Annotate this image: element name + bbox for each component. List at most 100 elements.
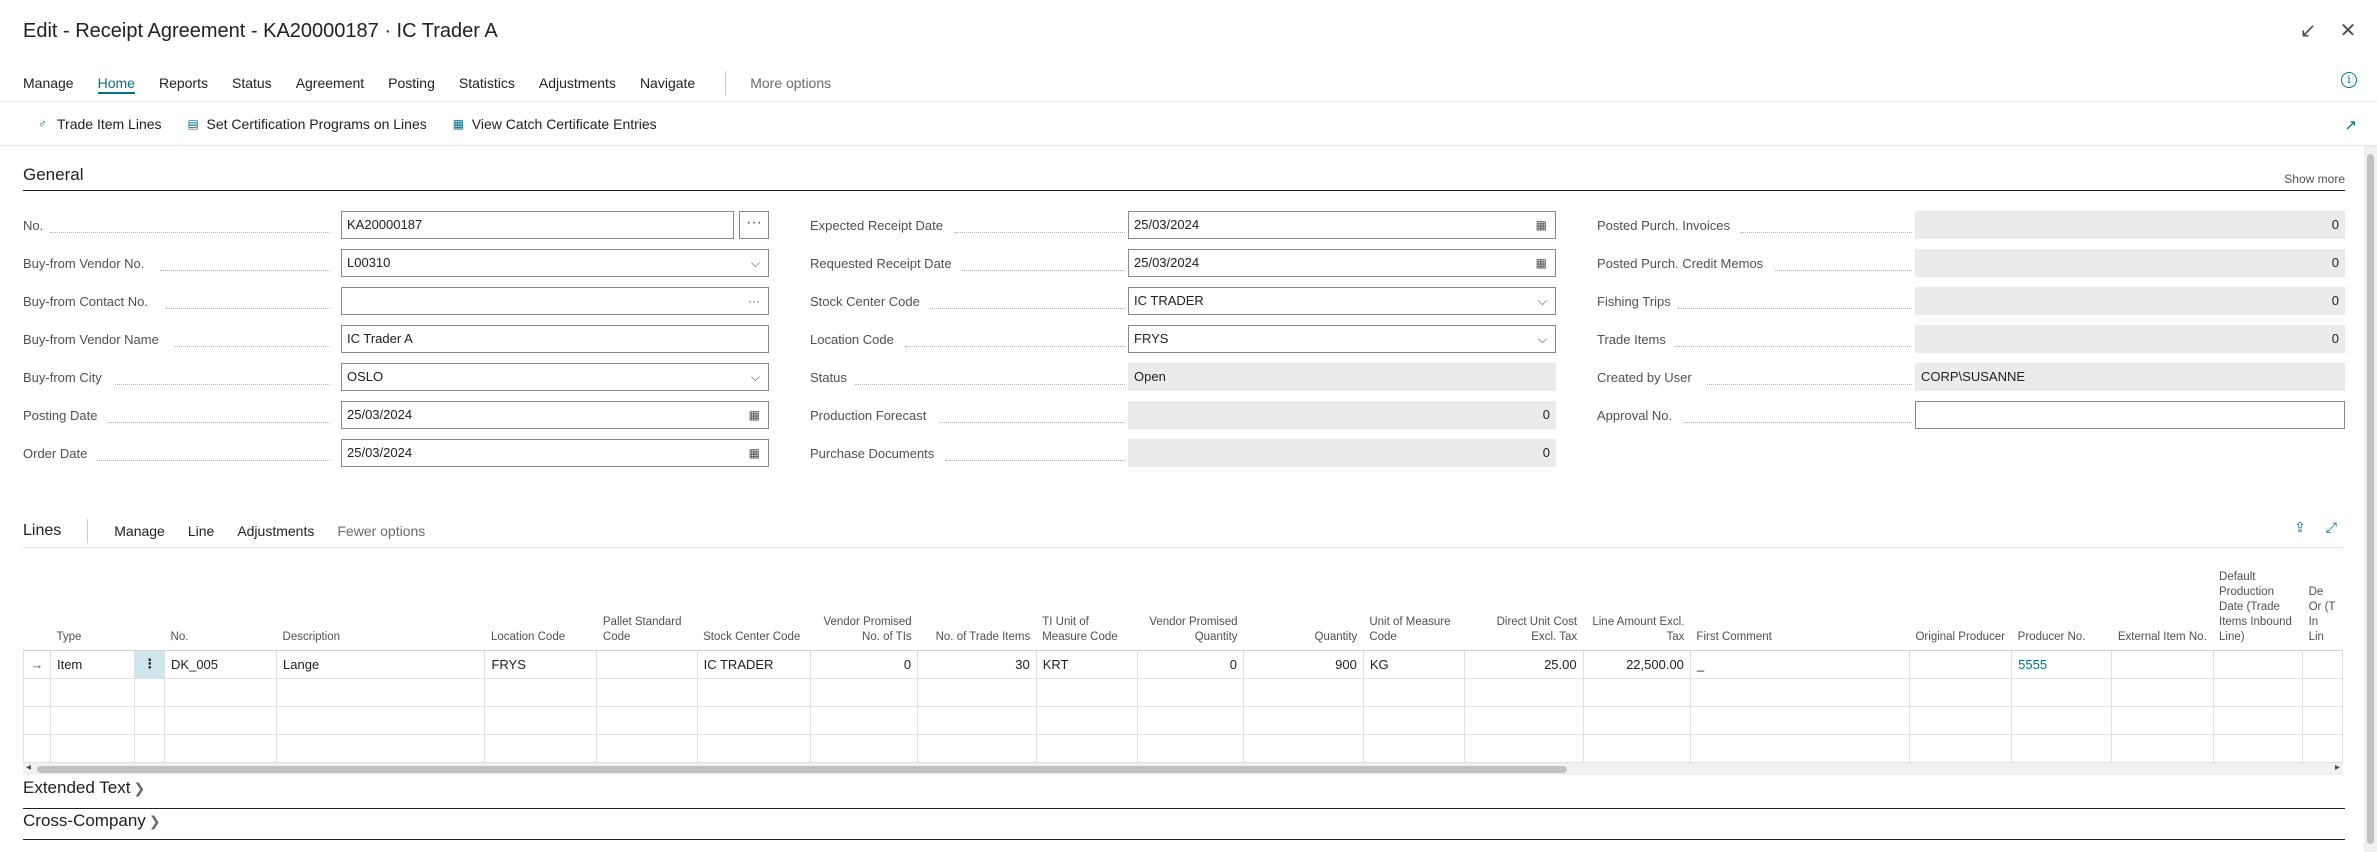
buy-from-vendor-name-field[interactable]: IC Trader A bbox=[341, 325, 769, 353]
empty-cell[interactable] bbox=[1136, 733, 1245, 763]
expand-icon[interactable]: ⤢ bbox=[2326, 519, 2337, 536]
column-header-description[interactable]: Description bbox=[276, 548, 485, 651]
empty-cell[interactable] bbox=[1035, 705, 1138, 735]
empty-cell[interactable] bbox=[2302, 733, 2343, 763]
cell-vendor-tis[interactable]: 0 bbox=[810, 649, 919, 679]
cell-prod-date[interactable] bbox=[2212, 649, 2304, 679]
calendar-icon[interactable]: ▦ bbox=[749, 402, 760, 428]
column-header-pallet[interactable]: Pallet Standard Code bbox=[596, 548, 698, 651]
column-header-quantity[interactable]: Quantity bbox=[1243, 548, 1364, 651]
scroll-right-icon[interactable]: ▸ bbox=[2335, 762, 2340, 773]
empty-cell[interactable] bbox=[2011, 677, 2113, 707]
empty-cell[interactable] bbox=[1908, 733, 2013, 763]
empty-cell[interactable] bbox=[1243, 677, 1364, 707]
empty-cell[interactable] bbox=[1908, 677, 2013, 707]
cell-description[interactable]: Lange bbox=[276, 649, 486, 679]
scrollbar-thumb[interactable] bbox=[2367, 154, 2374, 844]
empty-cell[interactable] bbox=[2212, 733, 2304, 763]
empty-cell[interactable] bbox=[696, 677, 812, 707]
empty-cell[interactable] bbox=[23, 733, 51, 763]
empty-cell[interactable] bbox=[1689, 677, 1910, 707]
empty-cell[interactable] bbox=[484, 705, 598, 735]
empty-cell[interactable] bbox=[484, 677, 598, 707]
empty-cell[interactable] bbox=[1582, 733, 1691, 763]
column-header-prod-date[interactable]: Default Production Date (Trade Items Inb… bbox=[2213, 548, 2303, 651]
close-icon[interactable]: ✕ bbox=[2337, 20, 2359, 42]
empty-table-row[interactable] bbox=[23, 705, 2343, 735]
table-row[interactable]: → Item ⋮ DK_005 Lange FRYS IC TRADER 0 30 KRT 0 900… bbox=[23, 649, 2343, 679]
posted-purch-invoices-field[interactable]: 0 bbox=[1915, 211, 2345, 239]
empty-cell[interactable] bbox=[134, 705, 166, 735]
location-code-field[interactable]: FRYS ⌵ bbox=[1128, 325, 1556, 353]
empty-cell[interactable] bbox=[1582, 705, 1691, 735]
empty-cell[interactable] bbox=[1908, 705, 2013, 735]
cell-ext-item[interactable] bbox=[2111, 649, 2214, 679]
show-more-link[interactable]: Show more bbox=[2284, 172, 2345, 186]
column-header-ti-uom[interactable]: TI Unit of Measure Code bbox=[1036, 548, 1138, 651]
empty-cell[interactable] bbox=[1582, 677, 1691, 707]
lines-horizontal-scrollbar[interactable]: ◂ ▸ bbox=[23, 762, 2343, 775]
cell-type[interactable]: Item bbox=[49, 649, 136, 679]
set-certification-programs-button[interactable]: ▤ Set Certification Programs on Lines bbox=[188, 116, 427, 132]
stock-center-code-field[interactable]: IC TRADER ⌵ bbox=[1128, 287, 1556, 315]
menu-navigate[interactable]: Navigate bbox=[640, 72, 695, 94]
cross-company-fasttab[interactable]: Cross-Company ❯ bbox=[23, 811, 161, 831]
empty-cell[interactable] bbox=[276, 733, 486, 763]
extended-text-fasttab[interactable]: Extended Text ❯ bbox=[23, 778, 145, 798]
empty-cell[interactable] bbox=[1689, 705, 1910, 735]
buy-from-contact-no-field[interactable]: ··· bbox=[341, 287, 769, 315]
empty-cell[interactable] bbox=[49, 733, 136, 763]
production-forecast-field[interactable]: 0 bbox=[1128, 401, 1556, 429]
menu-status[interactable]: Status bbox=[232, 72, 272, 94]
view-catch-certificate-entries-button[interactable]: ▦ View Catch Certificate Entries bbox=[453, 116, 657, 132]
empty-cell[interactable] bbox=[2011, 733, 2113, 763]
fishing-trips-field[interactable]: 0 bbox=[1915, 287, 2345, 315]
expected-receipt-date-field[interactable]: 25/03/2024 ▦ bbox=[1128, 211, 1556, 239]
empty-cell[interactable] bbox=[917, 733, 1037, 763]
empty-cell[interactable] bbox=[2111, 705, 2214, 735]
empty-cell[interactable] bbox=[1689, 733, 1910, 763]
empty-cell[interactable] bbox=[917, 705, 1037, 735]
trade-items-field[interactable]: 0 bbox=[1915, 325, 2345, 353]
menu-posting[interactable]: Posting bbox=[388, 72, 435, 94]
column-header-type[interactable]: Type bbox=[50, 548, 135, 651]
pin-icon[interactable]: ↗ bbox=[2344, 116, 2357, 134]
page-scrollbar[interactable] bbox=[2364, 146, 2377, 852]
empty-cell[interactable] bbox=[484, 733, 598, 763]
buy-from-city-field[interactable]: OSLO ⌵ bbox=[341, 363, 769, 391]
posted-purch-credit-memos-field[interactable]: 0 bbox=[1915, 249, 2345, 277]
empty-cell[interactable] bbox=[596, 677, 698, 707]
empty-cell[interactable] bbox=[1136, 705, 1245, 735]
empty-cell[interactable] bbox=[1463, 705, 1584, 735]
empty-cell[interactable] bbox=[164, 733, 278, 763]
buy-from-vendor-no-field[interactable]: L00310 ⌵ bbox=[341, 249, 769, 277]
menu-home[interactable]: Home bbox=[97, 72, 135, 94]
cell-producer[interactable]: 5555 bbox=[2011, 649, 2113, 679]
empty-table-row[interactable] bbox=[23, 677, 2343, 707]
empty-cell[interactable] bbox=[23, 677, 51, 707]
cell-comment[interactable]: _ bbox=[1689, 649, 1910, 679]
cell-pallet[interactable] bbox=[596, 649, 698, 679]
empty-cell[interactable] bbox=[2302, 677, 2343, 707]
posting-date-field[interactable]: 25/03/2024 ▦ bbox=[341, 401, 769, 429]
column-header-uom[interactable]: Unit of Measure Code bbox=[1363, 548, 1465, 651]
empty-cell[interactable] bbox=[1035, 677, 1138, 707]
column-header-vendor-qty[interactable]: Vendor Promised Quantity bbox=[1137, 548, 1244, 651]
empty-cell[interactable] bbox=[810, 705, 919, 735]
empty-cell[interactable] bbox=[49, 705, 136, 735]
empty-cell[interactable] bbox=[1362, 733, 1465, 763]
empty-cell[interactable] bbox=[696, 705, 812, 735]
empty-cell[interactable] bbox=[2111, 733, 2214, 763]
cell-ti-uom[interactable]: KRT bbox=[1035, 649, 1138, 679]
collapse-icon[interactable]: ↙ bbox=[2297, 20, 2319, 42]
empty-cell[interactable] bbox=[1243, 733, 1364, 763]
empty-table-row[interactable] bbox=[23, 733, 2343, 763]
cell-trade-items[interactable]: 30 bbox=[917, 649, 1037, 679]
lines-section-title[interactable]: Lines bbox=[23, 522, 61, 540]
empty-cell[interactable] bbox=[276, 705, 486, 735]
lines-menu-line[interactable]: Line bbox=[188, 523, 214, 539]
menu-adjustments[interactable]: Adjustments bbox=[539, 72, 616, 94]
share-icon[interactable]: ⇪ bbox=[2294, 519, 2306, 536]
empty-cell[interactable] bbox=[2212, 677, 2304, 707]
cell-orig-producer[interactable] bbox=[1908, 649, 2013, 679]
